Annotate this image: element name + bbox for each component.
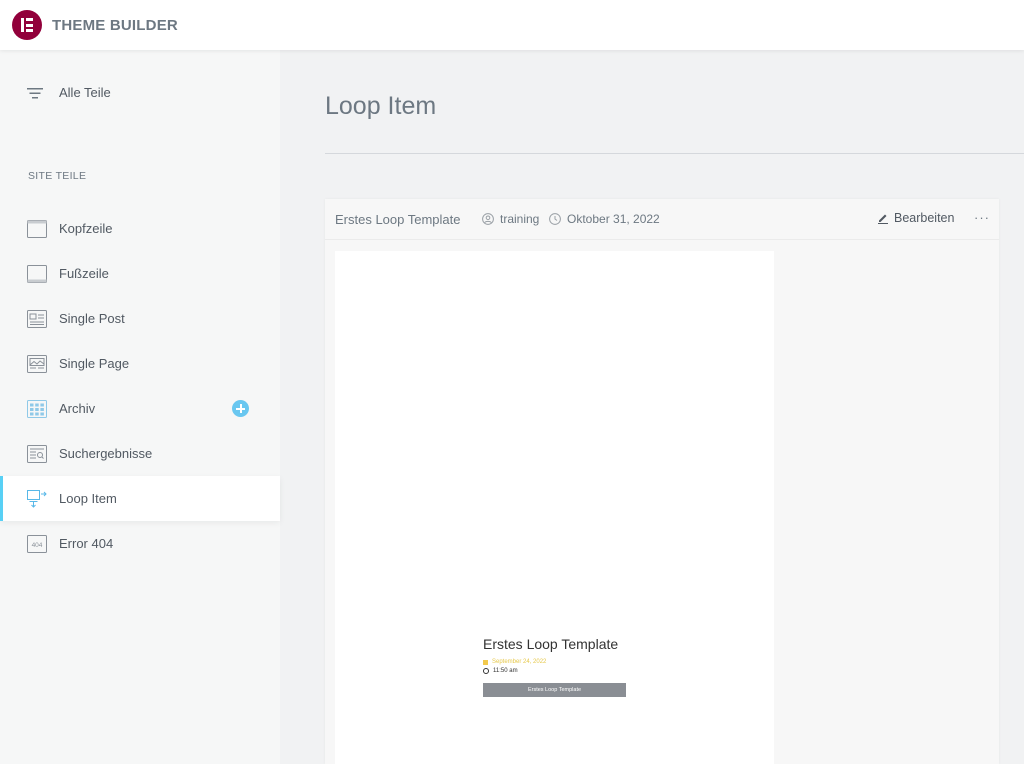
sidebar-item-label: Kopfzeile	[59, 221, 113, 236]
calendar-icon	[483, 659, 488, 665]
sidebar-item-error-404[interactable]: 404 Error 404	[0, 521, 280, 566]
author-meta: training	[482, 212, 539, 226]
filter-icon	[27, 87, 43, 98]
section-title: SITE TEILE	[28, 170, 87, 182]
sidebar-item-footer[interactable]: Fußzeile	[0, 251, 280, 296]
sidebar-item-label: Error 404	[59, 536, 114, 551]
date-meta: Oktober 31, 2022	[549, 212, 660, 226]
add-archive-button[interactable]	[232, 400, 249, 417]
sidebar-item-archive[interactable]: Archiv	[0, 386, 280, 431]
user-icon	[482, 213, 494, 225]
sidebar-item-label: Fußzeile	[59, 266, 109, 281]
card-title: Erstes Loop Template	[335, 212, 461, 227]
sidebar-item-all-parts[interactable]: Alle Teile	[26, 85, 111, 100]
error-404-icon: 404	[27, 534, 47, 553]
sidebar-item-label: Single Post	[59, 311, 125, 326]
pencil-icon	[878, 214, 888, 224]
preview-time-text: 11:50 am	[493, 668, 518, 674]
search-results-icon	[27, 444, 47, 463]
card-author: training	[500, 212, 540, 226]
sidebar-item-label: Archiv	[59, 401, 96, 416]
loop-item-icon	[27, 489, 47, 508]
sidebar-nav-list: Kopfzeile Fußzeile Single Post Single Pa…	[0, 206, 280, 566]
sidebar-item-label: Suchergebnisse	[59, 446, 153, 461]
footer-icon	[27, 264, 47, 283]
archive-icon	[27, 399, 47, 418]
preview-title: Erstes Loop Template	[483, 636, 619, 652]
sidebar-item-search-results[interactable]: Suchergebnisse	[0, 431, 280, 476]
top-bar: THEME BUILDER	[0, 0, 1024, 50]
sidebar-item-loop-item[interactable]: Loop Item	[0, 476, 280, 521]
single-page-icon	[27, 354, 47, 373]
preview-time: 11:50 am	[483, 668, 518, 674]
sidebar-item-header[interactable]: Kopfzeile	[0, 206, 280, 251]
sidebar-item-label: Single Page	[59, 356, 130, 371]
preview-button: Erstes Loop Template	[483, 683, 626, 697]
elementor-logo-icon	[12, 10, 42, 40]
error-404-badge: 404	[32, 542, 43, 549]
preview-clock-icon	[483, 668, 489, 674]
preview-date-text: September 24, 2022	[492, 659, 547, 665]
header-icon	[27, 219, 47, 238]
edit-button[interactable]: Bearbeiten	[877, 211, 954, 225]
page-title: Loop Item	[325, 92, 437, 120]
app-title: THEME BUILDER	[52, 16, 178, 34]
template-preview[interactable]: Erstes Loop Template September 24, 2022 …	[335, 251, 774, 764]
template-card: Erstes Loop Template training Oktober 31…	[325, 199, 999, 764]
clock-icon	[549, 213, 561, 225]
sidebar-item-label: Loop Item	[59, 491, 117, 506]
sidebar-item-single-post[interactable]: Single Post	[0, 296, 280, 341]
preview-date: September 24, 2022	[483, 659, 546, 665]
sidebar-item-single-page[interactable]: Single Page	[0, 341, 280, 386]
sidebar: Alle Teile SITE TEILE Kopfzeile Fußzeile	[0, 50, 280, 764]
card-date: Oktober 31, 2022	[567, 212, 660, 226]
more-options-button[interactable]: ···	[974, 210, 990, 225]
edit-button-label: Bearbeiten	[894, 211, 955, 225]
divider	[325, 153, 1024, 154]
sidebar-all-label: Alle Teile	[59, 85, 111, 100]
single-post-icon	[27, 309, 47, 328]
card-header: Erstes Loop Template training Oktober 31…	[325, 199, 999, 240]
